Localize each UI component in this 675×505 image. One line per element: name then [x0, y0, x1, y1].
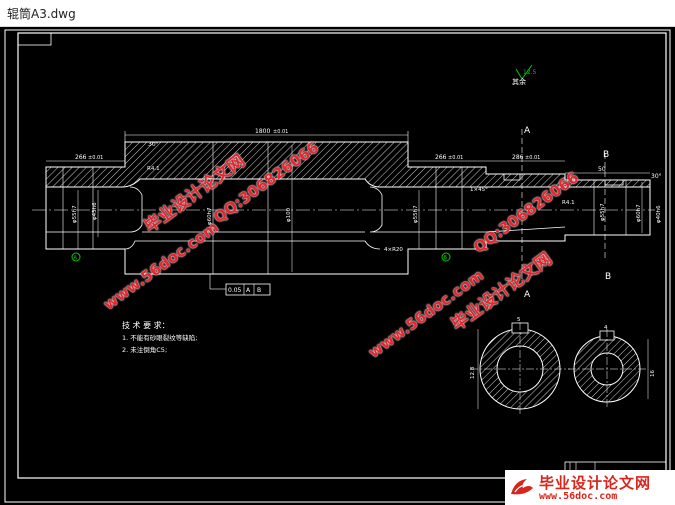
dim-mid-text: 266 [435, 154, 447, 161]
section-a-dim: 12.8 [470, 366, 476, 379]
dia-mid: φ55h7 [413, 205, 419, 223]
dim-right-text: 286 [512, 154, 524, 161]
dia-right-end: φ40h6 [656, 205, 662, 223]
dia-right-step: φ55h7 [600, 203, 606, 221]
fillet-left: R4.1 [147, 166, 160, 172]
dim-right-tol: ±0.01 [525, 155, 540, 161]
tech-req-2: 2. 未注倒角C5; [122, 345, 167, 354]
cad-drawing: 其余 12.5 1800 ±0.01 266 ±0.01 266 ±0.01 2… [4, 29, 671, 503]
angle-left: 30° [148, 141, 159, 148]
section-view-b [568, 329, 649, 409]
brand-title: 毕业设计论文网 [539, 474, 652, 492]
chamfer-note: 1×45° [470, 187, 488, 193]
brand-url: www.56doc.com [539, 491, 618, 502]
key-width-b: 4 [604, 325, 608, 331]
datum-a-text: A [74, 255, 78, 261]
drawing-frame [17, 32, 667, 479]
dim-mid-tol: ±0.01 [448, 155, 463, 161]
section-label-b-bottom: B [605, 272, 611, 282]
groove-note: 4×R20 [384, 247, 403, 253]
site-brand-box: 毕业设计论文网 www.56doc.com [505, 470, 675, 505]
dim-end-text: 50 [598, 166, 606, 173]
angle-right: 30° [651, 173, 662, 180]
cad-drawing-canvas[interactable]: 其余 12.5 1800 ±0.01 266 ±0.01 266 ±0.01 2… [0, 27, 675, 505]
lower-fillets [124, 240, 381, 250]
dim-left-tol: ±0.01 [88, 155, 103, 161]
outer-border [4, 29, 671, 503]
dim-left-text: 266 [75, 154, 87, 161]
datum-b-text: B [444, 255, 448, 261]
roughness-note: 其余 [512, 77, 526, 86]
dim-overall-text: 1800 [255, 128, 270, 135]
dim-overall-tol: ±0.01 [273, 129, 288, 135]
tech-req-title: 技 术 要 求： [122, 320, 170, 330]
tol-ref-b: B [257, 287, 261, 294]
window-titlebar: 辊筒A3.dwg [0, 0, 675, 27]
section-label-a-bottom: A [524, 290, 531, 300]
tech-req-1: 1. 不能有砂眼裂纹等缺陷; [122, 333, 197, 342]
tol-ref-a: A [246, 287, 251, 294]
dia-right: φ60h7 [636, 204, 642, 222]
section-label-a-top: A [524, 126, 531, 136]
key-width-a: 5 [517, 317, 521, 323]
fillet-right: R4.1 [562, 200, 575, 206]
section-view-a [470, 322, 570, 415]
section-b-dim: 16 [650, 370, 656, 377]
code-box [17, 32, 52, 46]
section-label-b-top: B [603, 150, 609, 160]
dia-left-shaft: φ45h6 [92, 202, 98, 220]
dia-left: φ55h7 [72, 205, 78, 223]
roughness-value: 12.5 [523, 69, 537, 76]
dia-body: φ100 [286, 207, 292, 222]
window-title: 辊筒A3.dwg [7, 7, 76, 21]
brand-logo-icon [511, 479, 533, 495]
tol-value: 0.05 [228, 287, 242, 294]
